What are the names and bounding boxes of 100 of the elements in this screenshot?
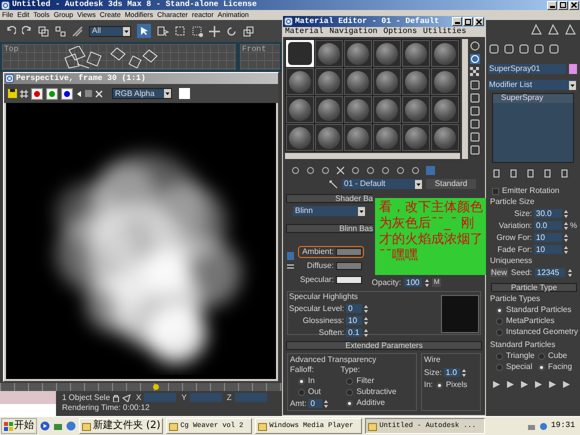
material-type-button[interactable]: Standard: [426, 179, 476, 189]
field-label: Amt:: [290, 400, 306, 408]
channel-button[interactable]: [46, 88, 58, 100]
minimize-button[interactable]: [547, 0, 557, 10]
number-field[interactable]: 12345: [534, 268, 565, 277]
radio-button[interactable]: [346, 388, 354, 396]
select-tool-button[interactable]: [137, 24, 151, 38]
window-crossing-icon: [192, 26, 203, 36]
group-label: Advanced Transparency: [290, 356, 378, 364]
radio-button[interactable]: [346, 378, 354, 384]
viewport[interactable]: Top: [2, 44, 236, 70]
maximize-icon: [465, 18, 471, 24]
radio-button[interactable]: [496, 364, 503, 370]
rollout-header[interactable]: Extended Parameters: [286, 341, 482, 350]
spinner-icon: [425, 279, 430, 287]
radio-button[interactable]: [496, 306, 503, 314]
menu-item[interactable]: Utilities: [423, 28, 466, 36]
radio-button[interactable]: [496, 328, 503, 336]
option-label: Out: [308, 388, 321, 396]
rollout-header[interactable]: Shader Ba: [286, 194, 373, 203]
selection-filter-dropdown[interactable]: All: [89, 26, 131, 36]
minimize-button[interactable]: [452, 17, 462, 26]
color-swatch[interactable]: [336, 248, 362, 256]
prompt-text: Rendering Time: 0:00:12: [62, 404, 151, 412]
radio-button[interactable]: [346, 400, 354, 406]
messenger-icon: [538, 422, 548, 430]
rollout-header[interactable]: Blinn Bas: [286, 224, 373, 233]
number-field[interactable]: 0.0: [534, 221, 562, 230]
color-swatch[interactable]: [336, 262, 362, 270]
option-label: Filter: [356, 377, 374, 385]
move-icon: [209, 26, 220, 36]
annotation-note: 看，改下主体颜色为灰色后¯ˉ_ˉ 刚才的火焰成浓烟了¯¯嘿嘿: [375, 198, 488, 275]
menu-item[interactable]: Navigation: [329, 28, 378, 36]
number-field[interactable]: 1.0: [444, 368, 460, 377]
pick-material-icon: [329, 180, 338, 188]
radio-button[interactable]: [496, 318, 503, 324]
number-field[interactable]: 10: [534, 245, 562, 254]
radio-button[interactable]: [298, 388, 305, 396]
taskbar-button[interactable]: 新建文件夹 (2): [79, 418, 164, 434]
radio-button[interactable]: [436, 382, 443, 388]
coordinate-field[interactable]: [190, 393, 222, 402]
number-field[interactable]: 30.0: [534, 209, 562, 218]
opacity-label: Opacity:: [372, 279, 402, 287]
redo-icon: [22, 26, 32, 36]
windows-logo-icon: [4, 422, 13, 430]
option-label: In: [308, 377, 315, 385]
channel-button[interactable]: [61, 88, 73, 100]
transform-mode-icon: [122, 394, 132, 402]
viewport-label: Front: [242, 46, 266, 54]
material-slot[interactable]: [286, 40, 314, 67]
pointer-icon: [140, 26, 148, 36]
close-icon: [571, 2, 577, 8]
menu-item[interactable]: Options: [383, 28, 418, 36]
number-field[interactable]: 0: [308, 399, 322, 408]
object-color-swatch[interactable]: [569, 64, 577, 74]
shader-dropdown[interactable]: Blinn: [293, 206, 365, 216]
maximize-button[interactable]: [463, 17, 473, 26]
radio-button[interactable]: [538, 364, 545, 370]
number-field[interactable]: 0: [346, 304, 362, 313]
region-select-icon: [175, 26, 186, 36]
new-seed-button[interactable]: New: [490, 268, 508, 277]
number-field[interactable]: 0.1: [346, 328, 362, 337]
maximize-button[interactable]: [558, 0, 568, 10]
window-title: Untitled - Autodesk 3ds Max 8 - Stand-alone License: [12, 1, 257, 9]
monochrome-icon: [76, 90, 82, 98]
horizontal-scrollbar[interactable]: [285, 153, 460, 159]
close-button[interactable]: [474, 17, 484, 26]
channel-button[interactable]: [31, 88, 43, 100]
radio-button[interactable]: [538, 352, 545, 360]
radio-button[interactable]: [496, 352, 503, 360]
spinner-icon: [564, 222, 568, 230]
vertical-scrollbar[interactable]: [462, 39, 468, 159]
color-label: Specular:: [300, 276, 334, 284]
option-label: Triangle: [506, 352, 535, 360]
number-field[interactable]: 100: [404, 278, 422, 287]
radio-button[interactable]: [298, 378, 305, 384]
coordinate-field[interactable]: [234, 393, 267, 402]
option-label: Subtractive: [356, 388, 396, 396]
color-swatch[interactable]: [179, 88, 190, 99]
stack-item[interactable]: SuperSpray: [493, 94, 573, 103]
menu-item[interactable]: Material: [285, 28, 324, 36]
start-button[interactable]: 开始: [1, 418, 37, 434]
number-field[interactable]: 10: [534, 233, 562, 242]
close-button[interactable]: [569, 0, 579, 10]
display-channel-dropdown[interactable]: RGB Alpha: [112, 88, 172, 99]
number-field[interactable]: 10: [346, 316, 362, 325]
window-title: Material Editor - 01 - Default: [295, 18, 440, 26]
media-icon: [40, 421, 50, 431]
rollout-header[interactable]: Particle Type: [491, 283, 577, 292]
color-swatch[interactable]: [336, 276, 362, 284]
selection-status: 1 Object Sele: [62, 394, 110, 402]
option-label: Standard Particles: [506, 306, 572, 314]
material-name-field[interactable]: 01 - Default: [342, 179, 422, 189]
spinner-icon: [564, 246, 568, 254]
modifier-list-dropdown[interactable]: Modifier List: [488, 80, 576, 90]
object-name-field[interactable]: SuperSpray01: [488, 64, 566, 74]
scale-icon: [243, 26, 254, 36]
checkbox[interactable]: [492, 188, 499, 194]
coordinate-field[interactable]: [144, 393, 176, 402]
viewport[interactable]: Front: [240, 44, 280, 70]
